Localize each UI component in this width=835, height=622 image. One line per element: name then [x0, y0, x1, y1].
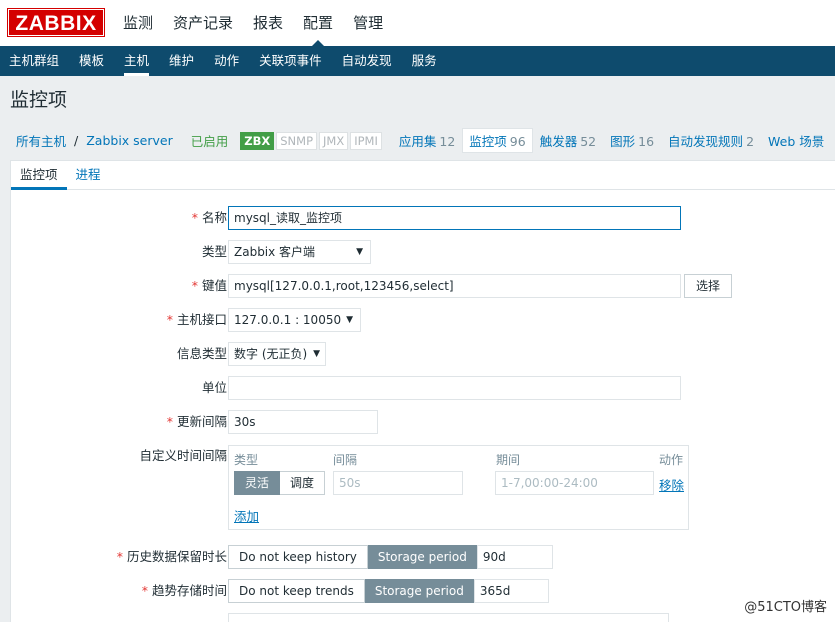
type-select[interactable]: Zabbix 客户端 ▼: [228, 240, 371, 264]
interface-select[interactable]: 127.0.0.1 : 10050 ▼: [228, 308, 361, 332]
required-marker: *: [116, 549, 123, 564]
info-type-select[interactable]: 数字 (无正负) ▼: [228, 342, 326, 366]
trends-label: * 趋势存储时间: [141, 583, 227, 598]
scheduling-option[interactable]: 调度: [280, 471, 326, 495]
dropdown-arrow-icon: ▼: [356, 247, 363, 257]
required-marker: *: [191, 210, 198, 225]
trends-do-not-keep-option[interactable]: Do not keep trends: [228, 579, 365, 603]
sub-menu-templates[interactable]: 模板: [69, 46, 114, 76]
breadcrumb-separator: /: [74, 133, 79, 148]
trends-storage-period-option[interactable]: Storage period: [364, 579, 475, 603]
custom-col-type: 类型: [234, 453, 259, 467]
history-storage-period-option[interactable]: Storage period: [367, 545, 478, 569]
name-input[interactable]: mysql_读取_监控项: [228, 206, 681, 230]
interval-row: * 更新间隔 30s: [11, 410, 835, 434]
sub-menu: 主机群组 模板 主机 维护 动作 关联项事件 自动发现 服务: [0, 46, 835, 76]
jmx-availability-badge: JMX: [319, 131, 349, 150]
sub-menu-services[interactable]: 服务: [402, 46, 447, 76]
sub-menu-maintenance[interactable]: 维护: [159, 46, 204, 76]
trends-row: * 趋势存储时间 Do not keep trends Storage perio…: [11, 579, 835, 603]
key-label: * 键值: [191, 278, 227, 293]
dropdown-arrow-icon: ▼: [346, 315, 353, 325]
interval-label: * 更新间隔: [166, 414, 227, 429]
custom-type-toggle: 灵活 调度: [234, 471, 326, 495]
sub-menu-discovery[interactable]: 自动发现: [332, 46, 402, 76]
host-navigation: 所有主机 / Zabbix server 已启用 ZBX SNMP JMX IP…: [10, 127, 835, 154]
required-marker: *: [191, 278, 198, 293]
main-menu-reports[interactable]: 报表: [243, 0, 293, 46]
page-title: 监控项: [10, 89, 68, 111]
main-menu-configuration[interactable]: 配置: [293, 0, 343, 46]
history-row: * 历史数据保留时长 Do not keep history Storage pe…: [11, 545, 835, 569]
add-interval-link[interactable]: 添加: [234, 506, 259, 525]
main-menu: 监测 资产记录 报表 配置 管理: [113, 0, 393, 46]
trends-mode-toggle: Do not keep trends Storage period: [228, 579, 475, 603]
history-do-not-keep-option[interactable]: Do not keep history: [228, 545, 368, 569]
key-row: * 键值 mysql[127.0.0.1,root,123456,select] …: [11, 274, 835, 298]
host-tab-discovery-rules[interactable]: 自动发现规则 2: [661, 131, 761, 150]
snmp-availability-badge: SNMP: [276, 131, 318, 150]
interface-row: * 主机接口 127.0.0.1 : 10050 ▼: [11, 308, 835, 332]
form-tabs: 监控项 进程: [11, 161, 835, 190]
main-menu-monitoring[interactable]: 监测: [113, 0, 163, 46]
item-form-panel: 监控项 进程 * 名称 mysql_读取_监控项 类型 Zabbix 客户端 ▼ *…: [10, 160, 835, 622]
tab-preprocessing[interactable]: 进程: [67, 161, 110, 189]
remove-interval-link[interactable]: 移除: [659, 475, 684, 494]
host-status-enabled[interactable]: 已启用: [179, 131, 241, 150]
flexible-option[interactable]: 灵活: [234, 471, 281, 495]
type-row: 类型 Zabbix 客户端 ▼: [11, 240, 835, 264]
type-label: 类型: [201, 244, 227, 259]
custom-period-input[interactable]: 1-7,00:00-24:00: [495, 471, 654, 495]
name-row: * 名称 mysql_读取_监控项: [11, 206, 835, 230]
key-input[interactable]: mysql[127.0.0.1,root,123456,select]: [228, 274, 681, 298]
custom-intervals-box: 类型 间隔 期间 动作 灵活 调度 50s 1-7,00:00-24:00 移除…: [228, 445, 689, 530]
history-period-input[interactable]: 90d: [476, 545, 553, 569]
sub-menu-host-groups[interactable]: 主机群组: [0, 46, 69, 76]
interface-label: * 主机接口: [166, 312, 227, 327]
interval-input[interactable]: 30s: [228, 410, 378, 434]
main-menu-inventory[interactable]: 资产记录: [163, 0, 243, 46]
zabbix-logo[interactable]: ZABBIX: [7, 8, 105, 37]
info-type-row: 信息类型 数字 (无正负) ▼: [11, 342, 835, 366]
sub-menu-hosts[interactable]: 主机: [114, 46, 159, 76]
dropdown-arrow-icon: ▼: [313, 349, 320, 359]
required-marker: *: [166, 414, 173, 429]
sub-menu-actions[interactable]: 动作: [204, 46, 249, 76]
host-tab-web-scenarios[interactable]: Web 场景: [761, 131, 831, 150]
required-marker: *: [166, 312, 173, 327]
sub-menu-event-correlation[interactable]: 关联项事件: [249, 46, 332, 76]
host-tab-applications[interactable]: 应用集 12: [392, 131, 462, 150]
trends-period-input[interactable]: 365d: [473, 579, 549, 603]
custom-interval-input[interactable]: 50s: [333, 471, 463, 495]
name-label: * 名称: [191, 210, 227, 225]
units-row: 单位: [11, 376, 835, 400]
breadcrumb-host[interactable]: Zabbix server: [80, 133, 179, 148]
custom-col-action: 动作: [659, 453, 684, 467]
select-key-button[interactable]: 选择: [684, 274, 732, 298]
info-type-label: 信息类型: [176, 346, 227, 361]
custom-col-interval: 间隔: [333, 453, 358, 467]
custom-col-period: 期间: [496, 453, 521, 467]
custom-intervals-label: 自定义时间间隔: [139, 448, 227, 463]
history-mode-toggle: Do not keep history Storage period: [228, 545, 478, 569]
ipmi-availability-badge: IPMI: [350, 131, 382, 150]
host-tab-graphs[interactable]: 图形 16: [603, 131, 661, 150]
watermark: @51CTO博客: [744, 600, 827, 615]
main-menu-administration[interactable]: 管理: [343, 0, 393, 46]
host-tab-items[interactable]: 监控项 96: [462, 128, 533, 153]
units-label: 单位: [201, 380, 227, 395]
units-input[interactable]: [228, 376, 681, 400]
tab-item[interactable]: 监控项: [11, 161, 67, 190]
host-tab-triggers[interactable]: 触发器 52: [533, 131, 603, 150]
history-label: * 历史数据保留时长: [116, 549, 227, 564]
next-field-input-partial[interactable]: [228, 613, 669, 622]
zbx-availability-badge: ZBX: [240, 131, 275, 150]
required-marker: *: [141, 583, 148, 598]
breadcrumb-all-hosts[interactable]: 所有主机: [10, 131, 72, 150]
top-header: ZABBIX 监测 资产记录 报表 配置 管理: [0, 0, 835, 46]
